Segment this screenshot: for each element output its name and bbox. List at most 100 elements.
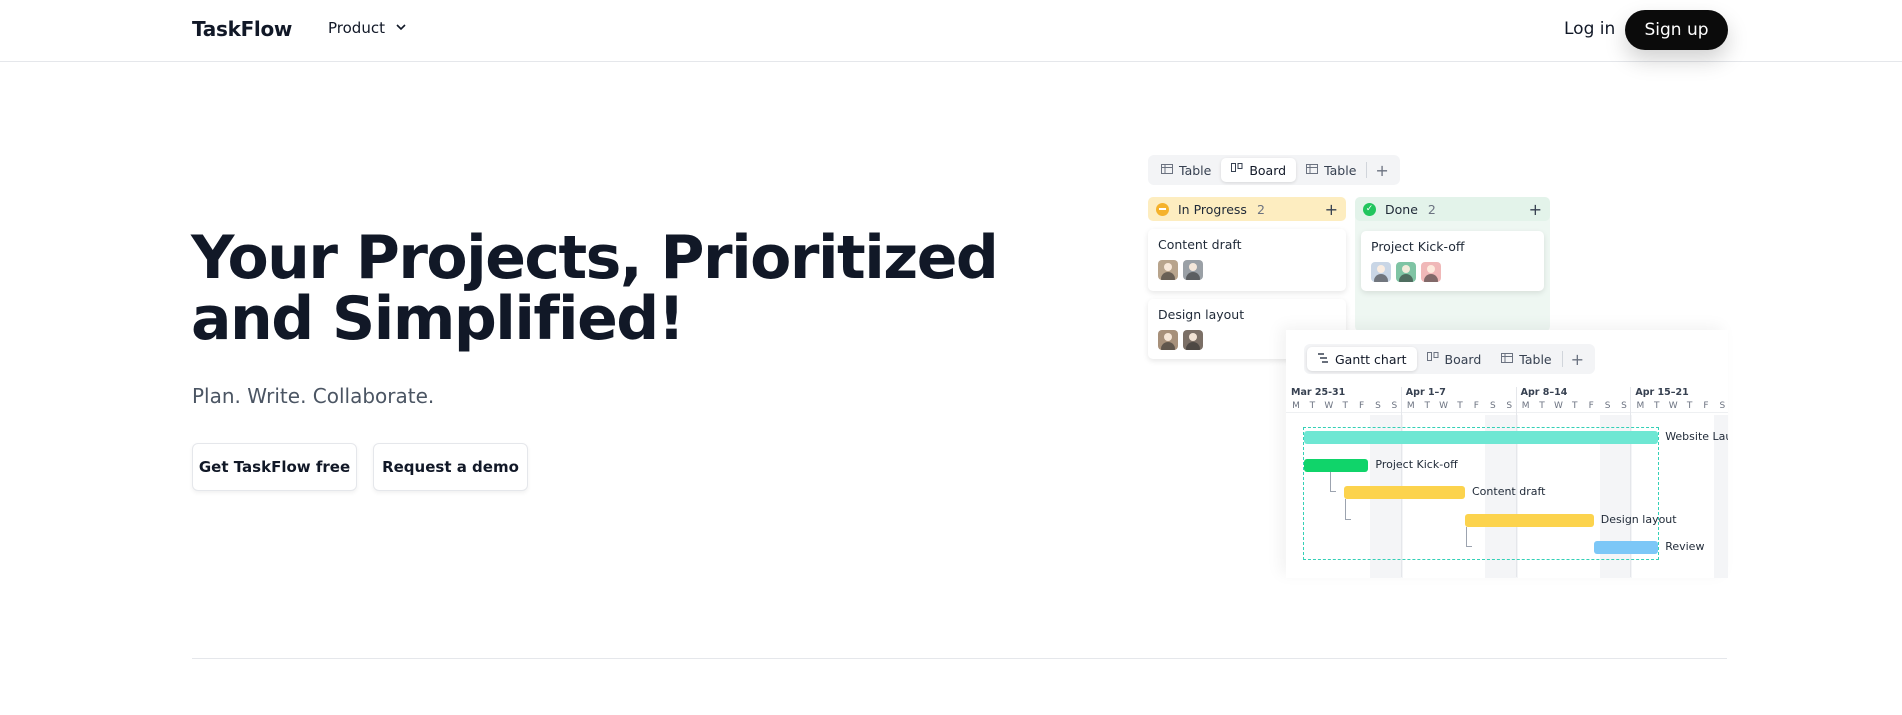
day-label: F (1359, 401, 1365, 411)
board-icon (1426, 351, 1439, 367)
day-label: T (1654, 401, 1660, 411)
day-label: T (1457, 401, 1463, 411)
day-label: W (1553, 401, 1563, 411)
section-divider (192, 658, 1727, 659)
tab-label: Table (1179, 162, 1212, 178)
avatar (1371, 262, 1391, 282)
column-header: ✓ Done 2 + (1355, 197, 1550, 221)
day-label: T (1342, 401, 1348, 411)
avatar (1183, 330, 1203, 350)
gantt-task-bar (1344, 486, 1465, 499)
day-label: S (1375, 401, 1381, 411)
gantt-task-label: Review (1665, 540, 1705, 553)
tab-board[interactable]: Board (1417, 347, 1492, 371)
board-view-tabs: Table Board Table + (1148, 155, 1400, 185)
tab-label: Board (1444, 351, 1482, 367)
nav-product-label: Product (328, 19, 385, 37)
week-label: Apr 8–14 (1520, 387, 1568, 398)
gantt-task-label: Website Launch (1665, 430, 1728, 443)
column-count: 2 (1427, 201, 1436, 217)
week-label: Mar 25-31 (1291, 387, 1346, 398)
day-label: T (1686, 401, 1693, 411)
day-label: M (1292, 401, 1300, 411)
week-label: Apr 1–7 (1405, 387, 1446, 398)
tab-table[interactable]: Table (1491, 347, 1561, 371)
add-card-button[interactable]: + (1529, 200, 1542, 219)
dependency-connector (1466, 526, 1472, 547)
gantt-chart-panel: Gantt chart Board Table + Mar 25-31 M T W T F… (1286, 330, 1728, 578)
card-title: Project Kick-off (1371, 239, 1465, 254)
column-count: 2 (1256, 201, 1265, 217)
tab-board[interactable]: Board (1221, 158, 1297, 182)
tab-table[interactable]: Table (1151, 158, 1221, 182)
day-label: S (1604, 401, 1611, 411)
gantt-task-bar (1593, 541, 1659, 554)
signup-button[interactable]: Sign up (1625, 10, 1728, 50)
hero-title: Your Projects, Prioritized and Simplifie… (191, 223, 999, 354)
taskflow-logo[interactable]: TaskFlow (192, 17, 292, 41)
avatar (1183, 260, 1203, 280)
card-assignees (1371, 262, 1534, 282)
gantt-task-label: Content draft (1472, 485, 1546, 498)
day-label: M (1521, 401, 1530, 411)
card-title: Design layout (1158, 307, 1245, 322)
tab-label: Gantt chart (1335, 351, 1407, 367)
avatar (1158, 260, 1178, 280)
tab-gantt-chart[interactable]: Gantt chart (1307, 347, 1417, 371)
gantt-task-bar (1465, 513, 1594, 527)
login-link[interactable]: Log in (1564, 19, 1615, 39)
tab-label: Table (1519, 351, 1552, 367)
column-header: In Progress 2 + (1148, 197, 1346, 221)
dependency-connector (1345, 499, 1352, 520)
timeline-header-divider (1286, 412, 1728, 413)
nav-product-dropdown[interactable]: Product (328, 19, 407, 37)
day-label: T (1539, 401, 1545, 411)
request-demo-button[interactable]: Request a demo (373, 443, 528, 491)
in-progress-icon (1156, 202, 1169, 216)
day-label: S (1489, 401, 1496, 411)
day-label: M (1406, 401, 1415, 411)
card-title: Content draft (1158, 237, 1242, 252)
task-card[interactable]: Project Kick-off (1361, 231, 1544, 291)
task-card[interactable]: Content draft (1148, 229, 1346, 291)
tab-label: Board (1249, 162, 1287, 178)
gantt-task-bar (1304, 431, 1659, 444)
day-label: T (1424, 401, 1430, 411)
tab-label: Table (1324, 162, 1357, 178)
day-label: W (1439, 401, 1449, 411)
day-label: S (1719, 401, 1726, 411)
add-card-button[interactable]: + (1325, 200, 1338, 219)
column-title: Done (1385, 201, 1418, 217)
week-label: Apr 15–21 (1635, 387, 1689, 398)
check-circle-icon: ✓ (1363, 202, 1376, 216)
get-taskflow-free-button[interactable]: Get TaskFlow free (192, 443, 357, 491)
add-view-button[interactable]: + (1561, 350, 1592, 369)
add-view-button[interactable]: + (1366, 161, 1396, 180)
gantt-timeline: Mar 25-31 M T W T F S S Apr 1–7 M T W T F S S Apr 8–14 M T… (1286, 387, 1728, 578)
tab-table[interactable]: Table (1296, 158, 1366, 182)
gantt-icon (1317, 352, 1329, 367)
day-label: T (1309, 401, 1316, 411)
chevron-down-icon (395, 19, 407, 37)
card-assignees (1158, 260, 1336, 280)
table-icon (1161, 163, 1173, 178)
avatar (1421, 262, 1441, 282)
gantt-task-label: Design layout (1600, 512, 1677, 526)
board-icon (1231, 162, 1243, 178)
day-label: T (1572, 401, 1578, 411)
top-navigation-bar: TaskFlow Product Log in Sign up (0, 0, 1902, 62)
gantt-view-tabs: Gantt chart Board Table + (1304, 344, 1596, 374)
day-label: W (1324, 401, 1334, 411)
table-icon (1306, 163, 1319, 178)
table-icon (1501, 352, 1514, 367)
day-label: W (1668, 401, 1678, 411)
day-label: F (1473, 401, 1479, 411)
dependency-connector (1329, 471, 1336, 492)
gantt-task-label: Project Kick-off (1375, 457, 1458, 471)
avatar (1158, 330, 1178, 350)
day-label: M (1636, 401, 1645, 411)
hero-subtitle: Plan. Write. Collaborate. (192, 384, 435, 408)
column-title: In Progress (1178, 201, 1247, 217)
avatar (1396, 262, 1416, 282)
day-label: F (1588, 401, 1594, 411)
